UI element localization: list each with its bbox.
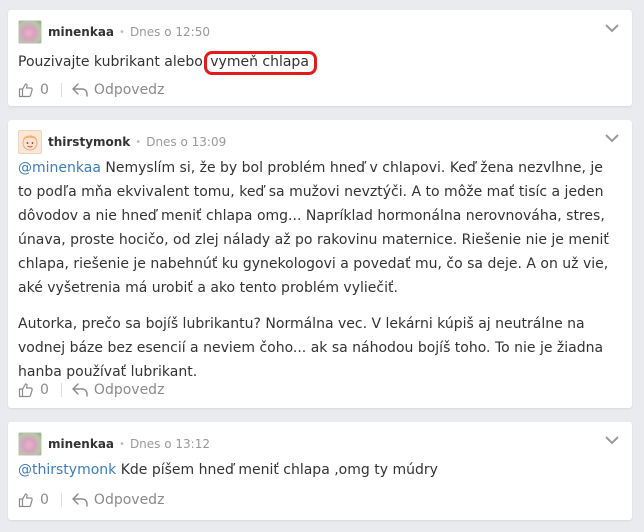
separator-dot: • bbox=[119, 438, 125, 450]
comment-actions: 0 Odpovedz bbox=[18, 380, 164, 400]
thumbs-up-icon bbox=[18, 493, 33, 508]
comment-paragraph: @minenkaa Nemyslím si, že by bol problém… bbox=[18, 156, 616, 300]
like-button[interactable]: 0 bbox=[18, 492, 49, 508]
chevron-down-icon[interactable] bbox=[604, 22, 620, 34]
like-button[interactable]: 0 bbox=[18, 82, 49, 98]
comment-header: thirstymonk • Dnes o 13:09 bbox=[18, 130, 226, 154]
comment-card: thirstymonk • Dnes o 13:09 @minenkaa Nem… bbox=[8, 120, 632, 408]
separator-dot: • bbox=[135, 136, 142, 148]
username[interactable]: thirstymonk bbox=[48, 135, 130, 149]
timestamp: Dnes o 13:09 bbox=[146, 135, 227, 149]
reply-label: Odpovedz bbox=[93, 82, 165, 98]
mention-link[interactable]: @thirstymonk bbox=[18, 462, 116, 478]
comment-text-plain: Pouzivajte kubrikant alebo bbox=[18, 54, 208, 70]
reply-arrow-icon bbox=[72, 83, 88, 97]
highlighted-phrase: vymeň chlapa bbox=[204, 51, 317, 75]
username[interactable]: minenkaa bbox=[48, 437, 114, 451]
username[interactable]: minenkaa bbox=[48, 25, 114, 39]
comment-text: @minenkaa Nemyslím si, že by bol problém… bbox=[18, 156, 616, 384]
comment-text-plain: Kde píšem hneď meniť chlapa ,omg ty múdr… bbox=[116, 462, 438, 478]
comment-paragraph-text: Nemyslím si, že by bol problém hneď v ch… bbox=[18, 160, 609, 296]
chevron-down-icon[interactable] bbox=[604, 132, 620, 144]
avatar[interactable] bbox=[18, 130, 42, 154]
comment-card: minenkaa • Dnes o 12:50 Pouzivajte kubri… bbox=[8, 10, 632, 106]
avatar[interactable] bbox=[18, 20, 42, 44]
thumbs-up-icon bbox=[18, 83, 33, 98]
divider bbox=[60, 493, 62, 507]
comment-actions: 0 Odpovedz bbox=[18, 490, 164, 510]
comment-card: minenkaa • Dnes o 13:12 @thirstymonk Kde… bbox=[8, 422, 632, 520]
timestamp: Dnes o 13:12 bbox=[129, 437, 210, 451]
reply-label: Odpovedz bbox=[93, 492, 165, 508]
comment-text: Pouzivajte kubrikant alebo vymeň chlapa bbox=[18, 50, 616, 75]
thumbs-up-icon bbox=[18, 383, 33, 398]
like-button[interactable]: 0 bbox=[18, 382, 49, 398]
chevron-down-icon[interactable] bbox=[604, 434, 620, 446]
divider bbox=[60, 83, 62, 97]
comment-header: minenkaa • Dnes o 12:50 bbox=[18, 20, 210, 44]
comment-paragraph: Autorka, prečo sa bojíš lubrikantu? Norm… bbox=[18, 316, 604, 380]
timestamp: Dnes o 12:50 bbox=[129, 25, 210, 39]
avatar[interactable] bbox=[18, 432, 42, 456]
comment-text: @thirstymonk Kde píšem hneď meniť chlapa… bbox=[18, 458, 616, 482]
like-count: 0 bbox=[40, 82, 49, 98]
divider bbox=[60, 383, 62, 397]
like-count: 0 bbox=[40, 382, 49, 398]
separator-dot: • bbox=[119, 26, 125, 38]
reply-label: Odpovedz bbox=[93, 382, 165, 398]
mention-link[interactable]: @minenkaa bbox=[18, 160, 101, 176]
comment-header: minenkaa • Dnes o 13:12 bbox=[18, 432, 210, 456]
comment-actions: 0 Odpovedz bbox=[18, 80, 164, 100]
avatar-face-icon bbox=[22, 135, 38, 151]
like-count: 0 bbox=[40, 492, 49, 508]
reply-button[interactable]: Odpovedz bbox=[72, 382, 165, 398]
reply-button[interactable]: Odpovedz bbox=[72, 492, 165, 508]
reply-arrow-icon bbox=[72, 493, 88, 507]
reply-arrow-icon bbox=[72, 383, 88, 397]
reply-button[interactable]: Odpovedz bbox=[72, 82, 165, 98]
